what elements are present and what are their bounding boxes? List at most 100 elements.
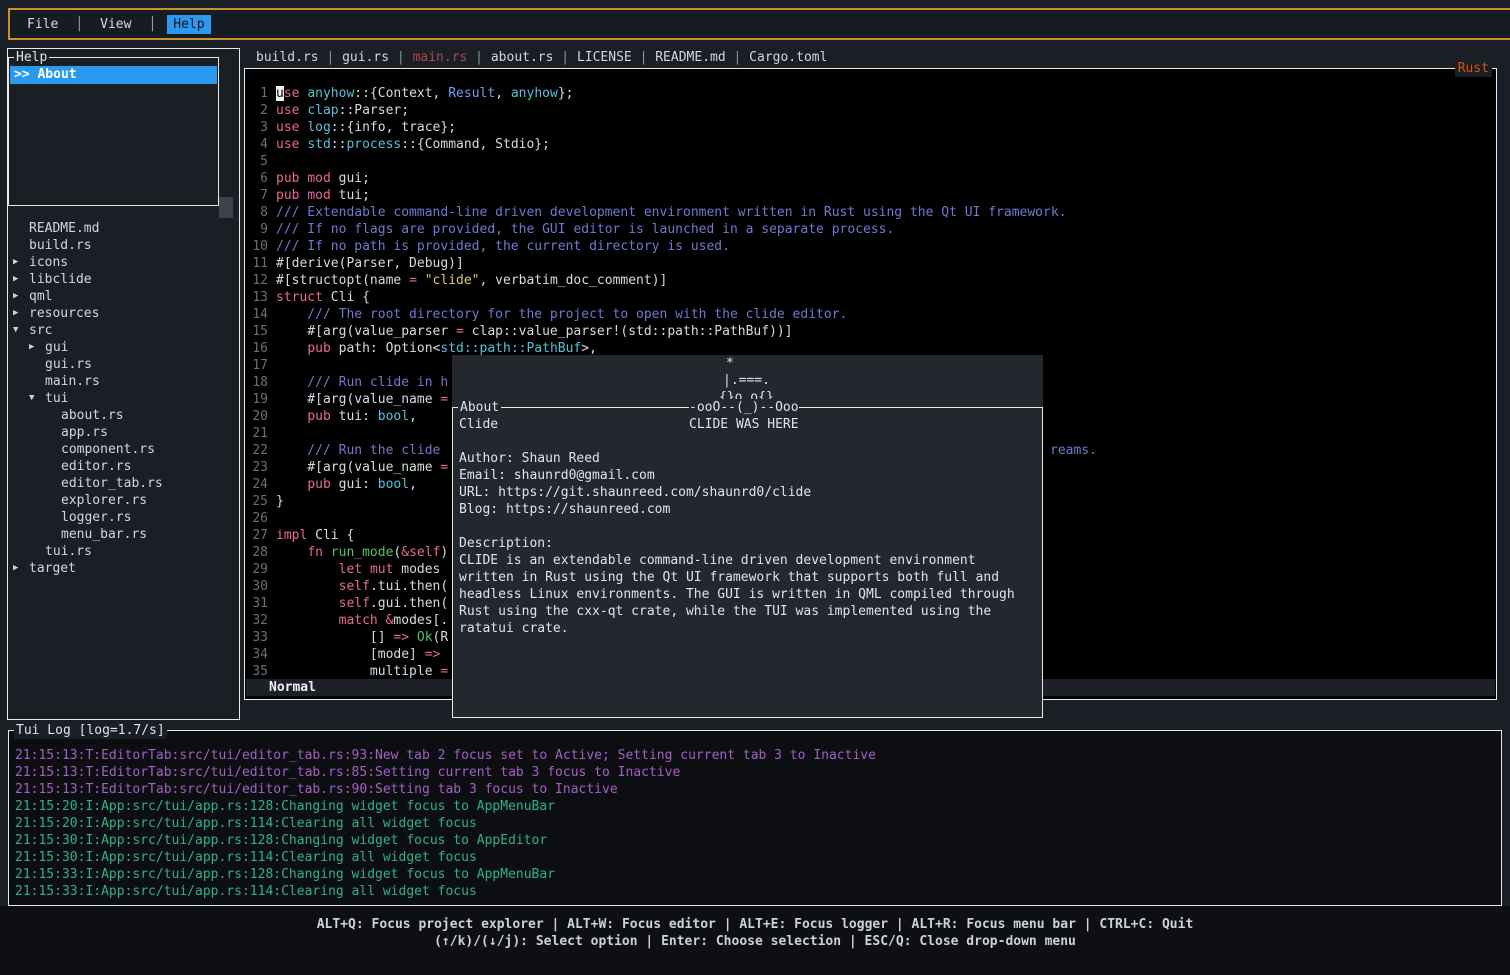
line-number: 16 <box>245 340 268 357</box>
line-number: 5 <box>245 153 268 170</box>
menu-option-about[interactable]: >> About <box>10 66 217 84</box>
editor-tab-Cargo.toml[interactable]: Cargo.toml <box>749 50 827 65</box>
code-line: 12#[structopt(name = "clide", verbatim_d… <box>245 272 1495 289</box>
menu-separator: │ <box>148 16 156 33</box>
tree-item-tui.rs[interactable]: tui.rs <box>8 543 238 560</box>
editor-tab-about.rs[interactable]: about.rs <box>491 50 554 65</box>
tree-item-menu_bar.rs[interactable]: menu_bar.rs <box>8 526 238 543</box>
tab-separator: | <box>553 50 576 65</box>
code-line: 8/// Extendable command-line driven deve… <box>245 204 1495 221</box>
about-body-line: Author: Shaun Reed <box>459 450 1036 467</box>
log-entry: 21:15:20:I:App:src/tui/app.rs:128:Changi… <box>15 798 1495 815</box>
line-number: 10 <box>245 238 268 255</box>
editor-mode-label: Normal <box>269 680 316 695</box>
tree-item-target[interactable]: ▶target <box>8 560 238 577</box>
log-entry: 21:15:33:I:App:src/tui/app.rs:114:Cleari… <box>15 883 1495 900</box>
line-number: 33 <box>245 629 268 646</box>
tree-item-label: menu_bar.rs <box>61 527 147 542</box>
editor-tab-README.md[interactable]: README.md <box>655 50 725 65</box>
editor-tab-build.rs[interactable]: build.rs <box>256 50 319 65</box>
tree-item-label: README.md <box>29 221 99 236</box>
tree-item-about.rs[interactable]: about.rs <box>8 407 238 424</box>
line-number: 25 <box>245 493 268 510</box>
code-line: 14 /// The root directory for the projec… <box>245 306 1495 323</box>
code-line: 9/// If no flags are provided, the GUI e… <box>245 221 1495 238</box>
tree-item-gui[interactable]: ▶gui <box>8 339 238 356</box>
log-entry: 21:15:30:I:App:src/tui/app.rs:128:Changi… <box>15 832 1495 849</box>
tab-separator: | <box>726 50 749 65</box>
code-line: 13struct Cli { <box>245 289 1495 306</box>
tree-item-label: src <box>29 323 52 338</box>
tree-item-README.md[interactable]: README.md <box>8 220 238 237</box>
line-number: 15 <box>245 323 268 340</box>
tree-item-tui[interactable]: ▼tui <box>8 390 238 407</box>
menu-separator: │ <box>75 16 83 33</box>
code-line: 15 #[arg(value_parser = clap::value_pars… <box>245 323 1495 340</box>
editor-tab-main.rs[interactable]: main.rs <box>413 50 468 65</box>
tree-item-src[interactable]: ▼src <box>8 322 238 339</box>
help-dropdown-title: Help <box>14 49 49 66</box>
about-body-line: URL: https://git.shaunreed.com/shaunrd0/… <box>459 484 1036 501</box>
line-number: 2 <box>245 102 268 119</box>
tree-item-label: gui.rs <box>45 357 92 372</box>
line-number: 35 <box>245 663 268 680</box>
log-entry: 21:15:13:T:EditorTab:src/tui/editor_tab.… <box>15 781 1495 798</box>
tree-item-icons[interactable]: ▶icons <box>8 254 238 271</box>
tree-item-resources[interactable]: ▶resources <box>8 305 238 322</box>
tree-item-qml[interactable]: ▶qml <box>8 288 238 305</box>
chevron-right-icon: ▶ <box>29 339 45 356</box>
line-number: 12 <box>245 272 268 289</box>
tree-item-main.rs[interactable]: main.rs <box>8 373 238 390</box>
about-header-right: CLIDE WAS HERE <box>689 416 799 433</box>
line-number: 7 <box>245 187 268 204</box>
line-number: 18 <box>245 374 268 391</box>
tree-item-label: tui.rs <box>45 544 92 559</box>
about-header-row: ClideCLIDE WAS HERE <box>459 416 1036 433</box>
line-number: 26 <box>245 510 268 527</box>
line-number: 28 <box>245 544 268 561</box>
explorer-scrollbar-thumb[interactable] <box>219 197 233 218</box>
tree-item-gui.rs[interactable]: gui.rs <box>8 356 238 373</box>
about-popup-title: About <box>458 399 501 416</box>
shortcut-help-bar: ALT+Q: Focus project explorer | ALT+W: F… <box>0 906 1510 975</box>
about-body-line <box>459 518 1036 535</box>
log-entry: 21:15:30:I:App:src/tui/app.rs:114:Cleari… <box>15 849 1495 866</box>
tab-separator: | <box>389 50 412 65</box>
line-number: 32 <box>245 612 268 629</box>
tree-item-logger.rs[interactable]: logger.rs <box>8 509 238 526</box>
line-number: 6 <box>245 170 268 187</box>
menu-item-help[interactable]: Help <box>167 15 210 34</box>
code-line: 11#[derive(Parser, Debug)] <box>245 255 1495 272</box>
editor-tab-bar: build.rs | gui.rs | main.rs | about.rs |… <box>256 49 827 66</box>
about-body-line: headless Linux environments. The GUI is … <box>459 586 1036 603</box>
tree-item-app.rs[interactable]: app.rs <box>8 424 238 441</box>
line-number: 1 <box>245 85 268 102</box>
code-line: 5 <box>245 153 1495 170</box>
tree-item-libclide[interactable]: ▶libclide <box>8 271 238 288</box>
menu-items: File │ View │ Help <box>21 15 211 34</box>
chevron-right-icon: ▶ <box>13 271 29 288</box>
chevron-right-icon: ▶ <box>13 560 29 577</box>
shortcut-line-1: ALT+Q: Focus project explorer | ALT+W: F… <box>0 916 1510 933</box>
log-entries: 21:15:13:T:EditorTab:src/tui/editor_tab.… <box>15 747 1495 900</box>
code-line: 10/// If no path is provided, the curren… <box>245 238 1495 255</box>
menu-item-file[interactable]: File <box>21 15 64 34</box>
menu-item-view[interactable]: View <box>94 15 137 34</box>
editor-tab-gui.rs[interactable]: gui.rs <box>342 50 389 65</box>
editor-tab-LICENSE[interactable]: LICENSE <box>577 50 632 65</box>
tree-item-label: explorer.rs <box>61 493 147 508</box>
tree-item-editor.rs[interactable]: editor.rs <box>8 458 238 475</box>
tree-item-build.rs[interactable]: build.rs <box>8 237 238 254</box>
about-body-line: Description: <box>459 535 1036 552</box>
tree-item-component.rs[interactable]: component.rs <box>8 441 238 458</box>
tree-item-label: editor.rs <box>61 459 131 474</box>
about-body-line: written in Rust using the Qt UI framewor… <box>459 569 1036 586</box>
tui-log-panel: Tui Log [log=1.7/s] 21:15:13:T:EditorTab… <box>8 730 1502 906</box>
tree-item-explorer.rs[interactable]: explorer.rs <box>8 492 238 509</box>
tree-item-label: target <box>29 561 76 576</box>
log-entry: 21:15:33:I:App:src/tui/app.rs:128:Changi… <box>15 866 1495 883</box>
tree-item-label: gui <box>45 340 68 355</box>
tree-item-editor_tab.rs[interactable]: editor_tab.rs <box>8 475 238 492</box>
line-number: 9 <box>245 221 268 238</box>
line-number: 3 <box>245 119 268 136</box>
